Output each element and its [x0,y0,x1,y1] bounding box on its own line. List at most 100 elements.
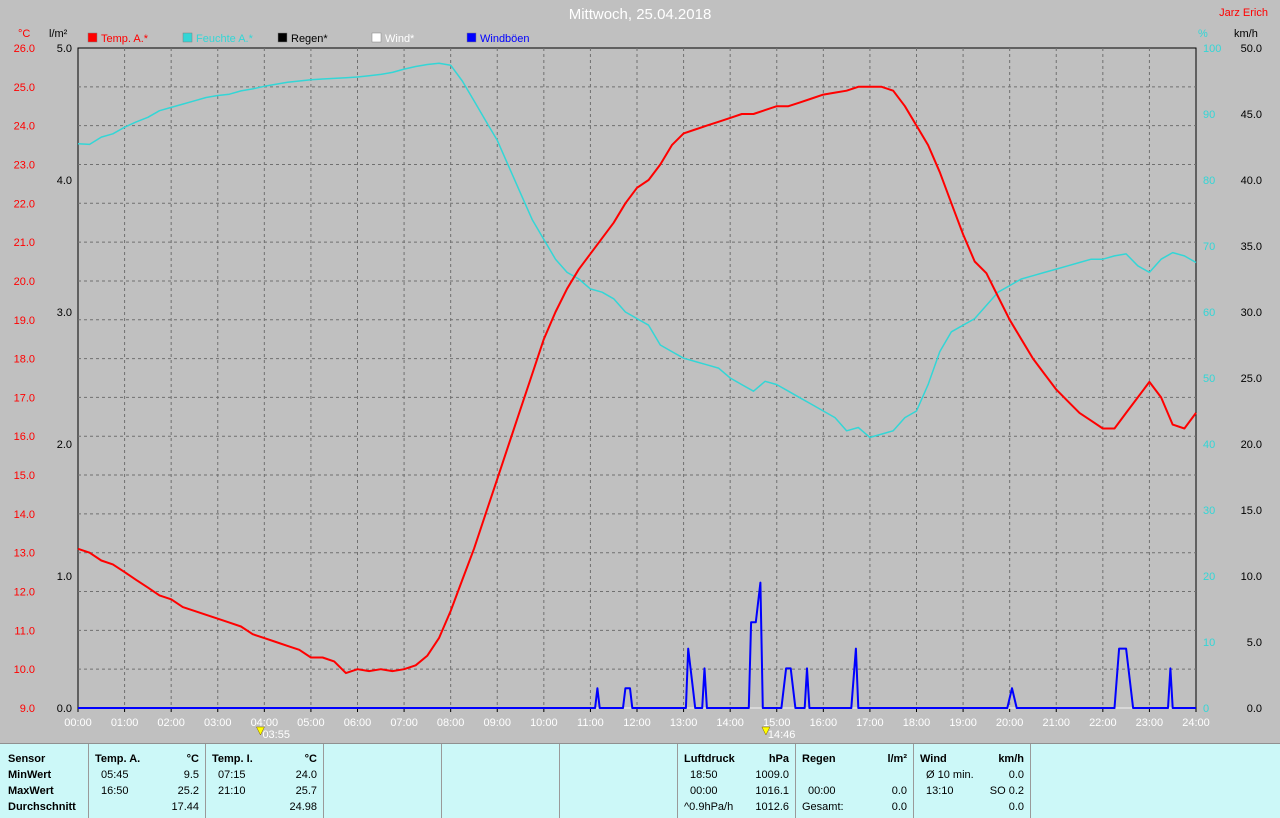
sunrise-time-label: 03:55 [262,729,290,741]
temp-a-max-val: 25.2 [177,785,199,797]
summary-table: Sensor MinWert MaxWert Durchschnitt Temp… [0,743,1280,818]
legend-swatch [466,32,477,43]
pressure-header: Luftdruck [684,753,735,765]
wind-tick-label: 5.0 [1247,637,1262,649]
temp-tick-label: 21.0 [14,237,35,249]
x-tick-label: 17:00 [856,717,884,729]
wind-header: Wind [920,753,947,765]
legend-label: Regen* [291,33,328,45]
wind-tick-label: 35.0 [1241,241,1262,253]
col-temp-i: Temp. I. °C 07:15 24.0 21:10 25.7 24.98 [206,744,324,818]
x-tick-label: 00:00 [64,717,92,729]
col-sensor: Sensor MinWert MaxWert Durchschnitt [0,744,89,818]
x-tick-label: 21:00 [1042,717,1070,729]
legend-label: Temp. A.* [101,33,149,45]
wind-max-time: 13:10 [926,785,954,797]
col-rain: Regen l/m² 00:00 0.0 Gesamt: 0.0 [796,744,914,818]
legend-label: Wind* [385,33,415,45]
wind-tick-label: 10.0 [1241,571,1262,583]
wind-max-val: SO 0.2 [989,785,1024,797]
x-tick-label: 10:00 [530,717,558,729]
temp-a-min-val: 9.5 [183,769,199,781]
x-tick-label: 14:00 [716,717,744,729]
wind-unit: km/h [998,753,1024,765]
x-tick-label: 05:00 [297,717,325,729]
temp-i-min-time: 07:15 [218,769,246,781]
wind-unit-label: km/h [1234,28,1258,40]
rain-tick-label: 4.0 [57,175,72,187]
wind-avg-val: 0.0 [1008,769,1024,781]
wind-tick-label: 50.0 [1241,43,1262,55]
pressure-max-val: 1016.1 [755,785,789,797]
humidity-tick-label: 0 [1203,703,1209,715]
legend-swatch [371,32,382,43]
chart-legend: Temp. A.* Feuchte A.* Regen* Wind* Windböen [87,32,530,45]
x-tick-label: 13:00 [670,717,698,729]
rain-val: 0.0 [891,785,907,797]
rain-time: 00:00 [808,785,836,797]
row-avg-label: Durchschnitt [8,801,76,813]
temp-unit-label: °C [18,28,30,40]
row-min-label: MinWert [8,769,52,781]
pressure-max-time: 00:00 [690,785,718,797]
col-wind: Wind km/h Ø 10 min. 0.0 13:10 SO 0.2 0.0 [914,744,1031,818]
temp-tick-label: 19.0 [14,315,35,327]
temp-i-header: Temp. I. [212,753,253,765]
wind-tick-label: 0.0 [1247,703,1262,715]
rain-unit: l/m² [887,753,907,765]
temp-tick-label: 25.0 [14,82,35,94]
humidity-tick-label: 100 [1203,43,1221,55]
humidity-tick-label: 80 [1203,175,1215,187]
col-pressure: Luftdruck hPa 18:50 1009.0 00:00 1016.1 … [678,744,796,818]
col-temp-a: Temp. A. °C 05:45 9.5 16:50 25.2 17.44 [89,744,206,818]
x-tick-label: 18:00 [903,717,931,729]
chart-title: Mittwoch, 25.04.2018 [568,6,712,23]
temp-tick-label: 23.0 [14,159,35,171]
temp-tick-label: 14.0 [14,509,35,521]
rain-tick-label: 3.0 [57,307,72,319]
temp-i-max-val: 25.7 [295,785,317,797]
rain-unit-label: l/m² [49,28,68,40]
humidity-tick-label: 30 [1203,505,1215,517]
temp-a-header: Temp. A. [95,753,141,765]
rain-total: 0.0 [891,801,907,813]
x-tick-label: 08:00 [437,717,465,729]
temp-i-min-val: 24.0 [295,769,317,781]
rain-tick-label: 0.0 [57,703,72,715]
pressure-unit: hPa [768,753,789,765]
weather-chart: 26.0 25.0 24.0 23.0 22.0 21.0 20.0 19.0 18.0 17.0… [14,28,1262,741]
wind-avg-label: Ø 10 min. [926,769,974,781]
wind-tick-label: 45.0 [1241,109,1262,121]
row-max-label: MaxWert [8,785,54,797]
x-tick-label: 02:00 [157,717,185,729]
x-tick-label: 03:00 [204,717,232,729]
rain-header: Regen [802,753,836,765]
wind-val3: 0.0 [1008,801,1024,813]
rain-tick-label: 2.0 [57,439,72,451]
temp-tick-label: 26.0 [14,43,35,55]
x-tick-label: 11:00 [577,717,604,729]
x-tick-label: 19:00 [949,717,977,729]
temp-tick-label: 9.0 [20,703,35,715]
temp-i-avg: 24.98 [289,801,317,813]
x-tick-label: 09:00 [483,717,511,729]
temp-i-unit: °C [304,753,317,765]
pressure-trend-val: 1012.6 [755,801,789,813]
x-tick-label: 12:00 [623,717,651,729]
x-tick-label: 24:00 [1182,717,1210,729]
wind-tick-label: 30.0 [1241,307,1262,319]
author-label: Jarz Erich [1219,7,1268,19]
humidity-tick-label: 20 [1203,571,1215,583]
rain-tick-label: 1.0 [57,571,72,583]
temp-tick-label: 16.0 [14,431,35,443]
col-empty-2 [442,744,560,818]
temp-a-max-time: 16:50 [101,785,129,797]
humidity-tick-label: 10 [1203,637,1215,649]
temp-tick-label: 10.0 [14,664,35,676]
sunset-time-label: 14:46 [768,729,796,741]
pressure-min-time: 18:50 [690,769,718,781]
x-tick-label: 06:00 [344,717,372,729]
legend-swatch [182,32,193,43]
humidity-tick-label: 90 [1203,109,1215,121]
x-tick-label: 23:00 [1136,717,1164,729]
